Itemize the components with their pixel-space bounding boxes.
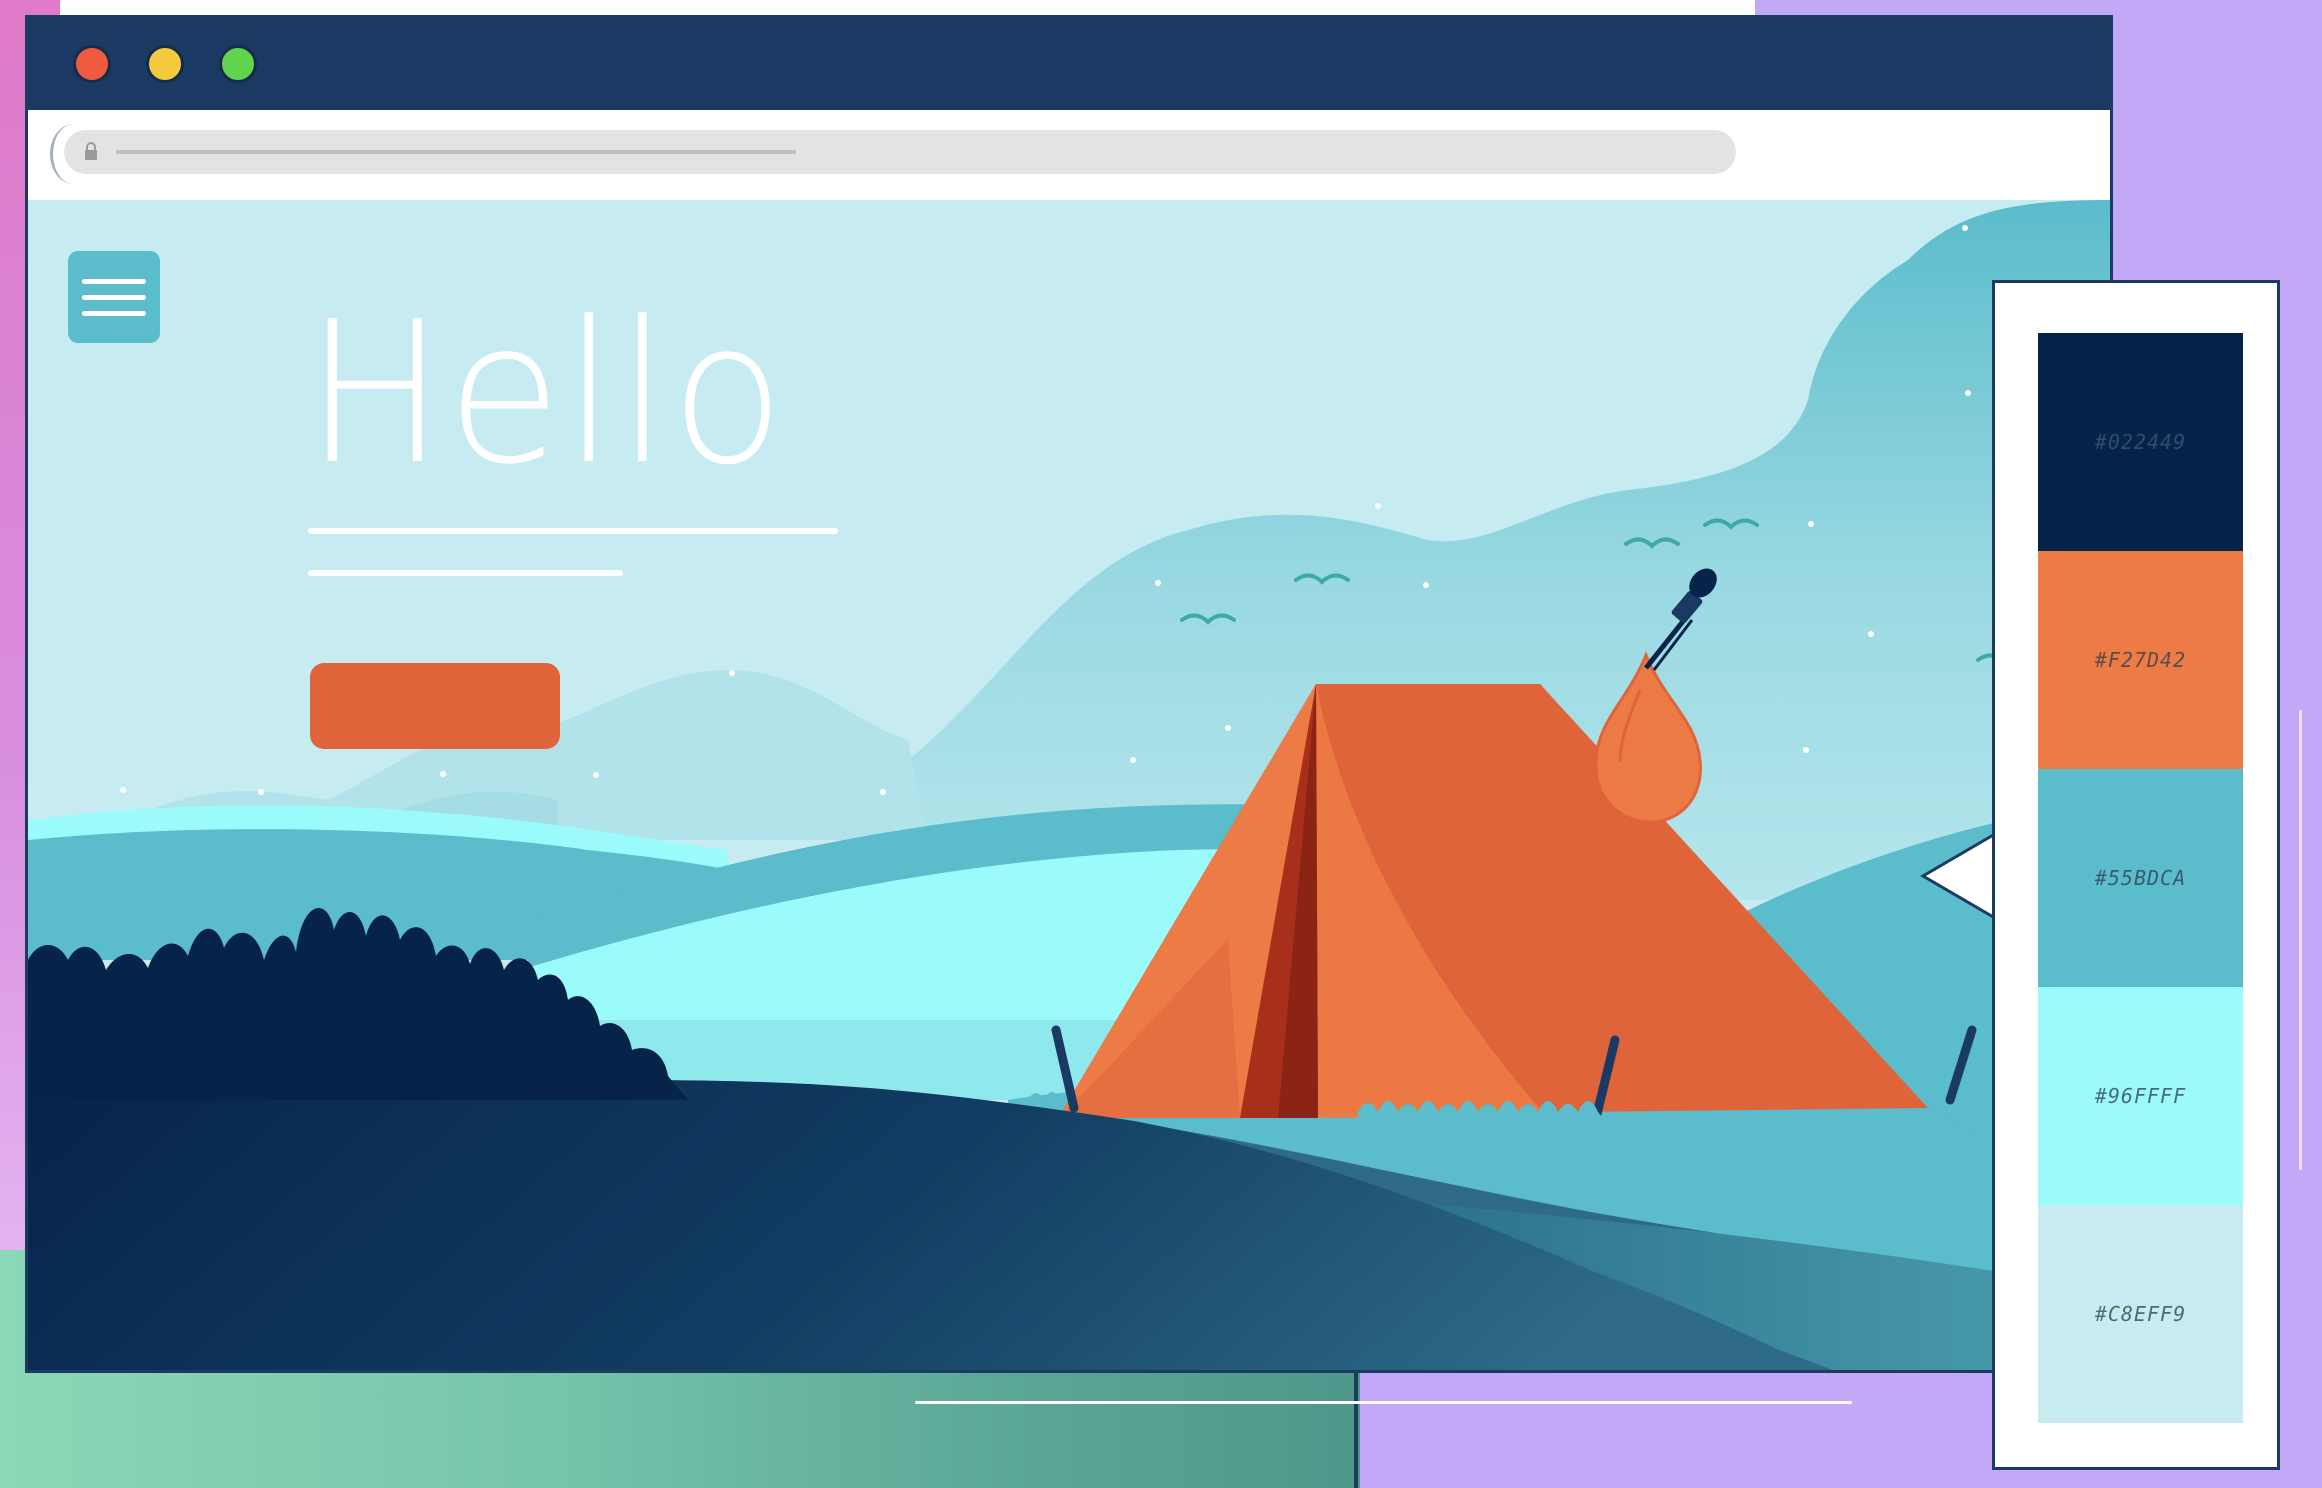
color-swatch[interactable]: #96FFFF — [2038, 987, 2243, 1205]
cta-button[interactable] — [310, 663, 560, 749]
color-hex-label: #022449 — [2094, 430, 2187, 454]
background-divider — [1354, 1360, 1358, 1488]
maximize-window-button[interactable] — [219, 45, 257, 83]
url-text — [116, 150, 796, 154]
background-line — [915, 1401, 1852, 1404]
minimize-window-button[interactable] — [146, 45, 184, 83]
page-heading: Hello — [305, 280, 787, 508]
hamburger-menu-button[interactable] — [68, 251, 160, 343]
subtitle-line-short — [308, 570, 623, 576]
subtitle-line — [308, 528, 838, 534]
lock-icon — [85, 142, 97, 160]
browser-window: Hello — [25, 15, 2113, 1373]
color-palette-panel: #022449 #F27D42 #55BDCA #96FFFF #C8EFF9 — [1992, 280, 2280, 1470]
stage: Hello #022449 #F27D42 #55BDCA #96FFFF #C… — [0, 0, 2322, 1488]
color-swatch[interactable]: #F27D42 — [2038, 551, 2243, 769]
close-window-button[interactable] — [73, 45, 111, 83]
palette-pointer — [1920, 832, 1996, 920]
url-field[interactable] — [64, 130, 1736, 174]
address-bar — [28, 110, 2110, 200]
color-hex-label: #C8EFF9 — [2094, 1302, 2187, 1326]
color-hex-label: #96FFFF — [2094, 1084, 2187, 1108]
color-hex-label: #F27D42 — [2094, 648, 2187, 672]
web-page: Hello — [28, 200, 2110, 1370]
browser-titlebar — [28, 18, 2110, 110]
color-swatch[interactable]: #55BDCA — [2038, 769, 2243, 987]
color-swatch[interactable]: #C8EFF9 — [2038, 1205, 2243, 1423]
background-line-right — [2299, 710, 2302, 1170]
color-swatch[interactable]: #022449 — [2038, 333, 2243, 551]
color-hex-label: #55BDCA — [2094, 866, 2187, 890]
